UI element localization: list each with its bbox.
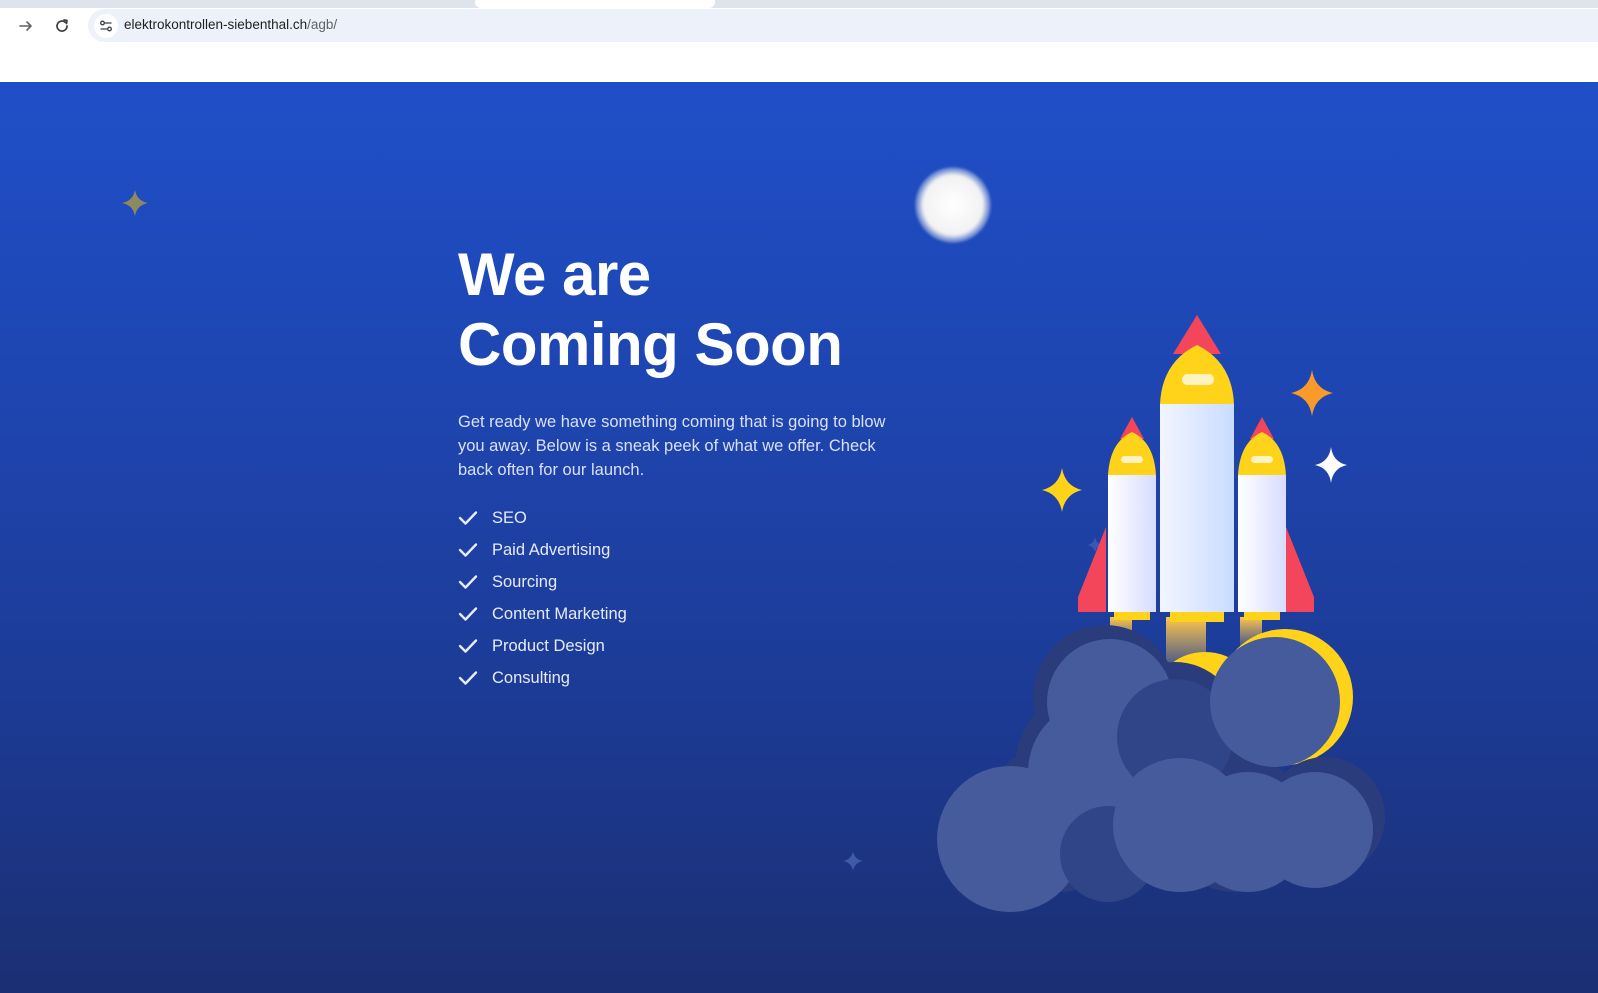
- tab-strip: [0, 0, 1598, 8]
- url-path: /agb/: [307, 17, 338, 32]
- side-booster: [1238, 417, 1286, 620]
- check-icon: [458, 606, 492, 622]
- tune-icon: [100, 20, 112, 32]
- feature-label: Content Marketing: [492, 604, 627, 623]
- page-title: We are Coming Soon: [458, 240, 938, 380]
- main-rocket: [1160, 315, 1234, 622]
- forward-button[interactable]: [14, 14, 38, 38]
- sparkle-icon: [843, 851, 863, 871]
- arrow-forward-icon: [19, 21, 32, 31]
- list-item: Product Design: [458, 630, 938, 662]
- list-item: Sourcing: [458, 566, 938, 598]
- list-item: Consulting: [458, 662, 938, 694]
- sparkle-icon: [1315, 447, 1347, 483]
- browser-toolbar: elektrokontrollen-siebenthal.ch/agb/: [0, 8, 1598, 42]
- feature-label: Consulting: [492, 668, 570, 687]
- feature-label: Paid Advertising: [492, 540, 611, 559]
- list-item: Content Marketing: [458, 598, 938, 630]
- feature-label: SEO: [492, 508, 527, 527]
- sparkle-icon: [122, 190, 148, 216]
- feature-list: SEO Paid Advertising Sourcing Content Ma…: [458, 502, 938, 694]
- sparkle-icon: [1291, 370, 1333, 416]
- reload-button[interactable]: [50, 14, 74, 38]
- rocket-launch-illustration: [937, 315, 1385, 912]
- url-host: elektrokontrollen-siebenthal.ch: [124, 17, 308, 32]
- title-line-2: Coming Soon: [458, 311, 843, 378]
- rocket-fin: [1286, 527, 1314, 612]
- check-icon: [458, 670, 492, 686]
- check-icon: [458, 542, 492, 558]
- active-tab[interactable]: [475, 0, 715, 8]
- feature-label: Product Design: [492, 636, 605, 655]
- browser-chrome: elektrokontrollen-siebenthal.ch/agb/: [0, 0, 1598, 82]
- reload-icon: [56, 19, 68, 32]
- feature-label: Sourcing: [492, 572, 558, 591]
- side-booster: [1108, 417, 1156, 620]
- hero-section: We are Coming Soon Get ready we have som…: [458, 240, 938, 694]
- check-icon: [458, 574, 492, 590]
- sparkle-icon: [1042, 468, 1082, 512]
- list-item: Paid Advertising: [458, 534, 938, 566]
- check-icon: [458, 638, 492, 654]
- site-info-button[interactable]: [94, 14, 118, 38]
- address-bar[interactable]: elektrokontrollen-siebenthal.ch/agb/: [88, 9, 1598, 42]
- title-line-1: We are: [458, 241, 651, 308]
- list-item: SEO: [458, 502, 938, 534]
- intro-text: Get ready we have something coming that …: [458, 413, 886, 479]
- url-text[interactable]: elektrokontrollen-siebenthal.ch/agb/: [124, 17, 337, 32]
- smoke-cloud: [937, 637, 1373, 912]
- check-icon: [458, 510, 492, 526]
- rocket-fin: [1078, 527, 1106, 612]
- coming-soon-page: We are Coming Soon Get ready we have som…: [0, 82, 1598, 993]
